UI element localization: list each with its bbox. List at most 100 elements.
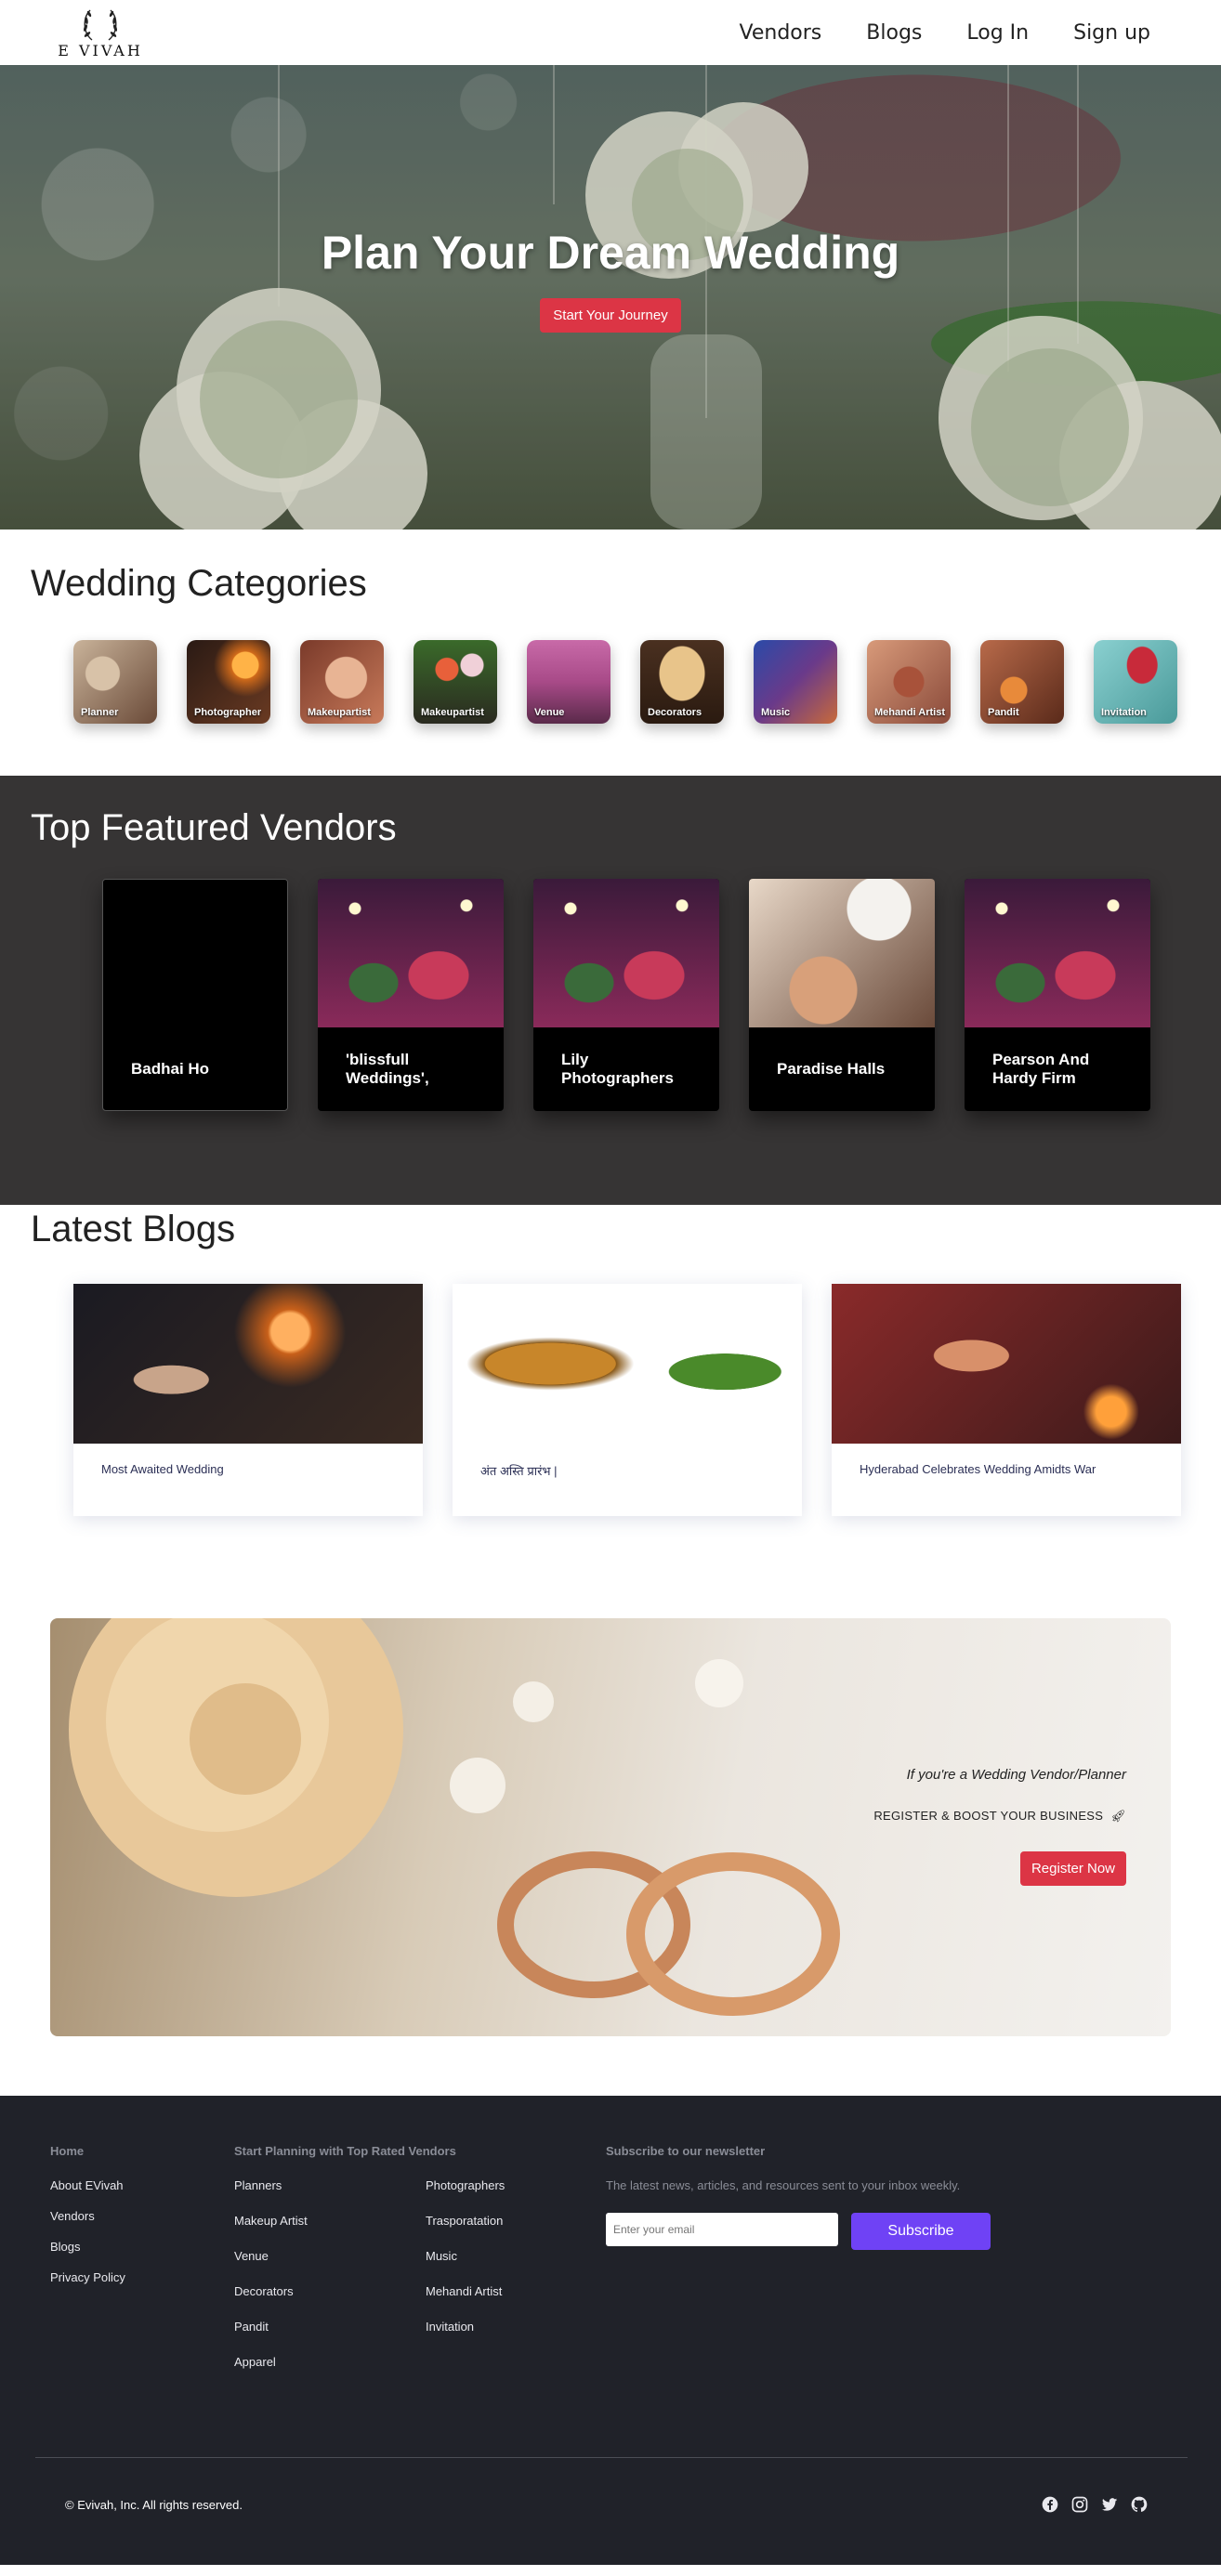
- footer-vendor-links: Planners Photographers Makeup Artist Tra…: [234, 2178, 606, 2390]
- github-icon[interactable]: [1130, 2495, 1149, 2514]
- vendor-image-placeholder: [103, 880, 287, 1028]
- subscribe-button[interactable]: Subscribe: [851, 2213, 991, 2250]
- footer-link-apparel[interactable]: Apparel: [234, 2355, 426, 2369]
- category-card-music[interactable]: Music: [754, 640, 837, 724]
- footer-link-photographers[interactable]: Photographers: [426, 2178, 606, 2192]
- footer-link-venue[interactable]: Venue: [234, 2249, 426, 2263]
- laurel-wreath-icon: [83, 9, 118, 41]
- blog-image: [73, 1284, 423, 1444]
- category-card-mehandi-artist[interactable]: Mehandi Artist: [867, 640, 951, 724]
- vendor-name: Pearson And Hardy Firm: [992, 1051, 1090, 1087]
- nav-blogs[interactable]: Blogs: [866, 21, 922, 45]
- footer-col-home: Home About EVivah Vendors Blogs Privacy …: [50, 2144, 234, 2390]
- vendor-card[interactable]: Paradise Halls: [749, 879, 935, 1111]
- vendor-name: Badhai Ho: [131, 1060, 210, 1079]
- footer-link-blogs[interactable]: Blogs: [50, 2240, 234, 2254]
- category-card-planner[interactable]: Planner: [73, 640, 157, 724]
- vendors-title: Top Featured Vendors: [31, 807, 397, 848]
- category-card-decorators[interactable]: Decorators: [640, 640, 724, 724]
- vendor-card[interactable]: Badhai Ho: [102, 879, 288, 1111]
- footer-columns: Home About EVivah Vendors Blogs Privacy …: [50, 2144, 1171, 2390]
- footer-col-newsletter: Subscribe to our newsletter The latest n…: [606, 2144, 1070, 2390]
- register-now-button[interactable]: Register Now: [1019, 1851, 1126, 1886]
- vendor-name: Paradise Halls: [777, 1060, 886, 1079]
- rocket-icon: 🚀︎: [1110, 1809, 1126, 1823]
- categories-title: Wedding Categories: [31, 563, 367, 604]
- category-label: Planner: [81, 707, 119, 718]
- categories-list: Planner Photographer Makeupartist Makeup…: [31, 640, 1190, 724]
- category-card-pandit[interactable]: Pandit: [980, 640, 1064, 724]
- footer-link-transportation[interactable]: Trasporatation: [426, 2214, 606, 2228]
- twitter-icon[interactable]: [1100, 2495, 1119, 2514]
- blog-image: [453, 1284, 802, 1444]
- nav-links: Vendors Blogs Log In Sign up: [740, 21, 1150, 45]
- wedding-categories-section: Wedding Categories Planner Photographer …: [0, 530, 1221, 776]
- promo-text: If you're a Wedding Vendor/Planner REGIS…: [873, 1767, 1126, 1886]
- instagram-icon[interactable]: [1070, 2495, 1089, 2514]
- navbar: E VIVAH Vendors Blogs Log In Sign up: [0, 0, 1221, 65]
- vendor-image: [533, 879, 719, 1027]
- footer-link-invitation[interactable]: Invitation: [426, 2320, 606, 2334]
- category-label: Mehandi Artist: [874, 707, 945, 718]
- category-card-makeupartist[interactable]: Makeupartist: [300, 640, 384, 724]
- blog-card[interactable]: Most Awaited Wedding: [73, 1284, 423, 1516]
- footer-col-heading: Home: [50, 2144, 85, 2158]
- nav-login[interactable]: Log In: [966, 21, 1029, 45]
- nav-vendors[interactable]: Vendors: [740, 21, 822, 45]
- category-card-venue[interactable]: Venue: [527, 640, 610, 724]
- category-label: Makeupartist: [421, 707, 484, 718]
- footer-col-vendors: Start Planning with Top Rated Vendors Pl…: [234, 2144, 606, 2390]
- hero-content: Plan Your Dream Wedding Start Your Journ…: [0, 65, 1221, 530]
- category-label: Decorators: [648, 707, 702, 718]
- newsletter-email-input[interactable]: [606, 2213, 838, 2246]
- newsletter-description: The latest news, articles, and resources…: [606, 2178, 961, 2192]
- vendor-register-banner: If you're a Wedding Vendor/Planner REGIS…: [50, 1618, 1171, 2036]
- start-journey-button[interactable]: Start Your Journey: [540, 297, 681, 333]
- vendor-name: 'blissfull Weddings',: [346, 1051, 429, 1087]
- blogs-title: Latest Blogs: [31, 1209, 236, 1249]
- category-label: Invitation: [1101, 707, 1147, 718]
- latest-blogs-section: Latest Blogs Most Awaited Wedding अंत अस…: [0, 1205, 1221, 1618]
- footer-link-makeup-artist[interactable]: Makeup Artist: [234, 2214, 426, 2228]
- footer-link-pandit[interactable]: Pandit: [234, 2320, 426, 2334]
- hero-banner: Plan Your Dream Wedding Start Your Journ…: [0, 65, 1221, 530]
- vendors-list: Badhai Ho 'blissfull Weddings', Lily Pho…: [31, 879, 1190, 1111]
- category-label: Music: [761, 707, 791, 718]
- footer: Home About EVivah Vendors Blogs Privacy …: [0, 2096, 1221, 2565]
- facebook-icon[interactable]: [1041, 2495, 1059, 2514]
- newsletter-heading: Subscribe to our newsletter: [606, 2144, 766, 2158]
- category-card-invitation[interactable]: Invitation: [1094, 640, 1177, 724]
- social-links: [1041, 2495, 1149, 2514]
- footer-link-planners[interactable]: Planners: [234, 2178, 426, 2192]
- category-card-makeupartist-2[interactable]: Makeupartist: [414, 640, 497, 724]
- footer-link-decorators[interactable]: Decorators: [234, 2284, 426, 2298]
- vendor-card[interactable]: Pearson And Hardy Firm: [965, 879, 1150, 1111]
- category-label: Venue: [534, 707, 565, 718]
- blog-card[interactable]: Hyderabad Celebrates Wedding Amidts War: [832, 1284, 1181, 1516]
- footer-link-mehandi-artist[interactable]: Mehandi Artist: [426, 2284, 606, 2298]
- category-card-photographer[interactable]: Photographer: [187, 640, 270, 724]
- footer-link-privacy[interactable]: Privacy Policy: [50, 2270, 234, 2284]
- blogs-list: Most Awaited Wedding अंत अस्ति प्रारंभ |…: [31, 1284, 1190, 1516]
- vendor-image: [965, 879, 1150, 1027]
- blog-card[interactable]: अंत अस्ति प्रारंभ |: [453, 1284, 802, 1516]
- vendor-card[interactable]: Lily Photographers: [533, 879, 719, 1111]
- blog-title: Hyderabad Celebrates Wedding Amidts War: [860, 1462, 1096, 1476]
- promo-subline: REGISTER & BOOST YOUR BUSINESS 🚀︎: [873, 1809, 1126, 1824]
- promo-headline: If you're a Wedding Vendor/Planner: [906, 1767, 1126, 1783]
- vendor-image: [318, 879, 504, 1027]
- footer-link-vendors[interactable]: Vendors: [50, 2209, 234, 2223]
- brand-name: E VIVAH: [58, 41, 143, 59]
- hero-title: Plan Your Dream Wedding: [321, 226, 900, 279]
- blog-title: अंत अस्ति प्रारंभ |: [480, 1464, 558, 1478]
- top-featured-vendors-section: Top Featured Vendors Badhai Ho 'blissful…: [0, 776, 1221, 1205]
- footer-link-music[interactable]: Music: [426, 2249, 606, 2263]
- blog-title: Most Awaited Wedding: [101, 1462, 224, 1476]
- nav-signup[interactable]: Sign up: [1073, 21, 1150, 45]
- promo-subline-text: REGISTER & BOOST YOUR BUSINESS: [873, 1809, 1104, 1823]
- footer-bottom: © Evivah, Inc. All rights reserved.: [65, 2495, 1149, 2514]
- brand-logo-link[interactable]: E VIVAH: [56, 7, 145, 59]
- vendor-card[interactable]: 'blissfull Weddings',: [318, 879, 504, 1111]
- category-label: Pandit: [988, 707, 1019, 718]
- footer-link-about[interactable]: About EVivah: [50, 2178, 234, 2192]
